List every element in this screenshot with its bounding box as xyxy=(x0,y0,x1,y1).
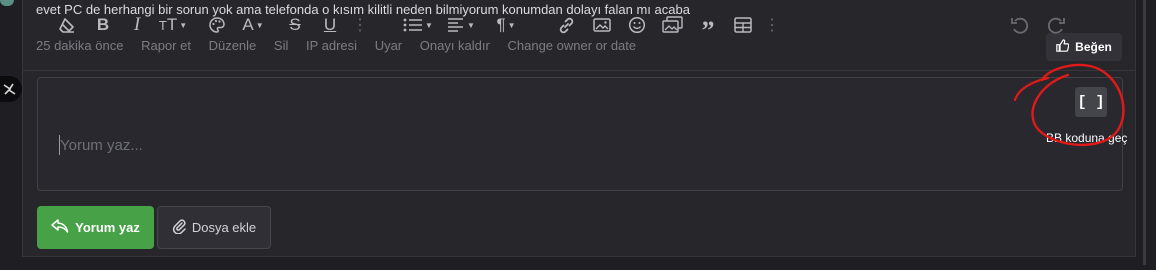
post-comment-button[interactable]: Yorum yaz xyxy=(37,206,154,249)
italic-icon[interactable]: I xyxy=(128,12,146,38)
action-ip-address[interactable]: IP adresi xyxy=(306,38,357,53)
redo-icon[interactable] xyxy=(1045,12,1067,38)
paperclip-icon xyxy=(172,218,186,237)
post-actions-bar: 25 dakika önce Rapor et Düzenle Sil IP a… xyxy=(36,38,650,53)
bb-code-icon[interactable]: [ ] xyxy=(1075,87,1107,117)
bb-code-tooltip: BB koduna geç xyxy=(1046,131,1128,145)
smiley-icon[interactable] xyxy=(626,12,648,38)
reply-icon xyxy=(51,218,69,237)
action-unapprove[interactable]: Onayı kaldır xyxy=(420,38,490,53)
table-icon[interactable] xyxy=(732,12,754,38)
action-warn[interactable]: Uyar xyxy=(375,38,402,53)
action-delete[interactable]: Sil xyxy=(274,38,288,53)
underline-icon[interactable]: U xyxy=(320,12,340,38)
image-icon[interactable] xyxy=(591,12,613,38)
font-size-icon[interactable]: T T ▼ xyxy=(155,12,191,38)
media-icon[interactable] xyxy=(661,12,685,38)
undo-icon[interactable] xyxy=(1009,12,1031,38)
text-color-icon[interactable]: A ▼ xyxy=(236,12,270,38)
attach-file-button[interactable]: Dosya ekle xyxy=(157,206,271,249)
divider xyxy=(22,70,1135,71)
list-icon[interactable]: ▼ xyxy=(400,12,436,38)
strikethrough-icon[interactable]: S xyxy=(285,12,305,38)
post-time: 25 dakika önce xyxy=(36,38,124,53)
scrollbar[interactable] xyxy=(1143,0,1146,265)
thumbs-up-icon xyxy=(1056,39,1070,55)
editor-placeholder: Yorum yaz... xyxy=(60,137,143,154)
eraser-icon[interactable] xyxy=(57,12,77,38)
link-icon[interactable] xyxy=(555,12,577,38)
comment-editor[interactable] xyxy=(37,77,1123,191)
action-report[interactable]: Rapor et xyxy=(141,38,191,53)
action-change-owner[interactable]: Change owner or date xyxy=(507,38,636,53)
align-icon[interactable]: ▼ xyxy=(444,12,478,38)
paragraph-icon[interactable]: ¶ ▼ xyxy=(490,12,522,38)
action-edit[interactable]: Düzenle xyxy=(209,38,257,53)
attach-file-label: Dosya ekle xyxy=(191,220,257,235)
bold-icon[interactable]: B xyxy=(94,12,112,38)
quote-icon[interactable]: ” xyxy=(697,12,719,44)
more-icon[interactable]: ⋮ xyxy=(352,12,368,38)
previous-avatar[interactable] xyxy=(0,0,14,6)
like-label: Beğen xyxy=(1075,40,1112,54)
more-options-icon[interactable]: ⋮ xyxy=(764,12,780,38)
palette-icon[interactable] xyxy=(206,12,228,38)
post-comment-label: Yorum yaz xyxy=(75,220,140,235)
user-avatar[interactable] xyxy=(0,76,22,102)
